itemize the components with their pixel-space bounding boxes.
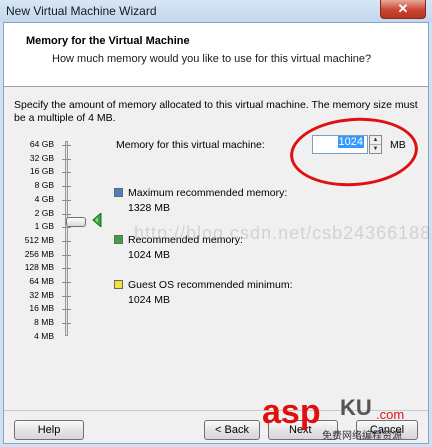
memory-field-label: Memory for this virtual machine: xyxy=(116,139,265,151)
spinner-up-icon[interactable]: ▲ xyxy=(370,136,381,145)
title-bar: New Virtual Machine Wizard ✕ xyxy=(0,0,432,22)
memory-field-label-text: Memory for this virtual machine: xyxy=(116,139,265,151)
scale-label: 1 GB xyxy=(34,221,54,232)
recommended-label: Recommended memory: xyxy=(128,234,243,246)
spinner-down-icon[interactable]: ▼ xyxy=(370,145,381,154)
scale-label: 16 MB xyxy=(29,303,54,314)
close-button[interactable]: ✕ xyxy=(380,0,426,19)
help-button[interactable]: Help xyxy=(14,420,84,440)
slider-tick xyxy=(62,268,71,270)
wizard-frame: Memory for the Virtual Machine How much … xyxy=(3,22,430,444)
slider-tick xyxy=(62,240,71,242)
memory-input-value: 1024 xyxy=(337,136,364,148)
scale-label: 8 GB xyxy=(34,180,54,191)
scale-label: 8 MB xyxy=(34,317,54,328)
slider-tick xyxy=(62,282,71,283)
slider-tick xyxy=(62,295,71,297)
slider-tick xyxy=(62,145,71,146)
scale-label: 16 GB xyxy=(29,166,54,177)
slider-tick xyxy=(62,309,71,311)
scale-label: 4 MB xyxy=(34,330,54,341)
slider-tick xyxy=(62,199,71,201)
slider-tick xyxy=(62,323,71,325)
guest-os-minimum-value: 1024 MB xyxy=(128,294,171,306)
page-title: Memory for the Virtual Machine xyxy=(26,35,190,47)
slider-rail xyxy=(65,141,68,336)
scale-label: 64 MB xyxy=(29,276,54,286)
scale-label: 256 MB xyxy=(24,248,54,259)
slider-tick xyxy=(62,254,71,256)
memory-description: Specify the amount of memory allocated t… xyxy=(14,99,418,124)
memory-unit: MB xyxy=(390,139,406,151)
scale-label: 2 GB xyxy=(34,207,54,218)
max-recommended-value: 1328 MB xyxy=(128,202,171,214)
scale-label: 512 MB xyxy=(24,234,54,245)
max-recommended-label: Maximum recommended memory: xyxy=(128,187,288,199)
scale-label: 4 GB xyxy=(34,193,54,204)
slider-tick xyxy=(62,213,71,215)
green-square-icon xyxy=(114,235,123,244)
scale-label: 64 GB xyxy=(29,139,54,149)
wizard-header: Memory for the Virtual Machine How much … xyxy=(4,23,428,87)
memory-spinner[interactable]: ▲ ▼ xyxy=(369,135,382,154)
slider-tick xyxy=(62,158,71,160)
scale-label: 32 GB xyxy=(29,152,54,163)
memory-input[interactable]: 1024 xyxy=(312,135,368,154)
back-button[interactable]: < Back xyxy=(204,420,260,440)
footer-separator xyxy=(4,410,428,411)
window-title: New Virtual Machine Wizard xyxy=(6,4,157,18)
next-button[interactable]: Next xyxy=(268,420,338,440)
blue-square-icon xyxy=(114,188,123,197)
scale-label: 32 MB xyxy=(29,289,54,300)
slider-tick xyxy=(62,227,71,229)
slider-tick xyxy=(62,186,71,188)
close-icon: ✕ xyxy=(397,1,409,16)
cancel-button[interactable]: Cancel xyxy=(356,420,418,440)
memory-slider-track[interactable] xyxy=(62,141,71,336)
page-subtitle: How much memory would you like to use fo… xyxy=(52,53,372,65)
recommended-value: 1024 MB xyxy=(128,249,171,261)
yellow-square-icon xyxy=(114,280,123,289)
guest-os-minimum-label: Guest OS recommended minimum: xyxy=(128,279,293,291)
scale-label: 128 MB xyxy=(24,262,54,273)
memory-slider-thumb[interactable] xyxy=(66,217,86,227)
recommended-marker-icon xyxy=(92,213,102,227)
slider-tick xyxy=(62,172,71,174)
